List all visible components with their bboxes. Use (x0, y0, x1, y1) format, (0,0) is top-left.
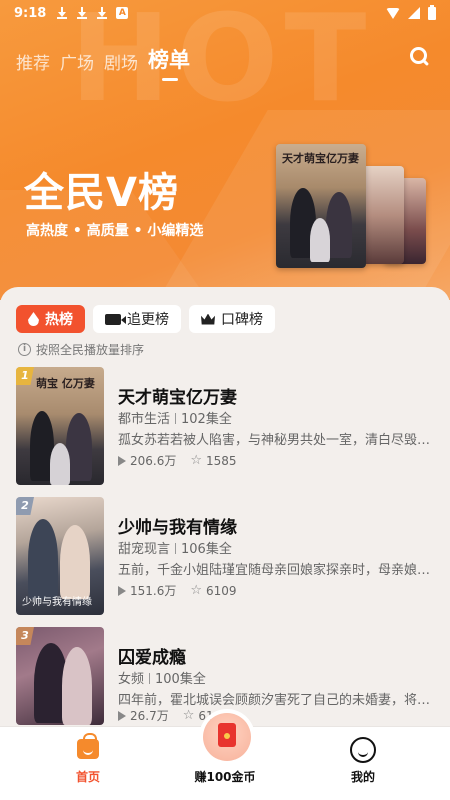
drama-episodes: 100集全 (155, 672, 206, 687)
hero-title: 全民V榜 (24, 170, 179, 216)
drama-title: 囚爱成瘾 (118, 648, 186, 668)
hero-cover-stack[interactable]: 天才萌宝亿万妻 (276, 144, 436, 268)
download-icon (56, 7, 68, 19)
star-icon: ☆ (190, 583, 203, 598)
like-count-value: 1585 (206, 453, 237, 468)
chip-hot[interactable]: 热榜 (16, 305, 85, 333)
nav-earn-coins[interactable]: 赚100金币 (180, 713, 270, 800)
app-notification-icon: A (116, 7, 129, 19)
play-count: 26.7万 (118, 707, 169, 724)
list-item[interactable]: 2 少帅与我有情缘 少帅与我有情缘 甜宠现言 106集全 五前，千金小姐陆瑾宜随母… (16, 497, 436, 615)
drama-genre: 甜宠现言 (118, 542, 171, 557)
search-button[interactable] (408, 45, 432, 69)
play-count-value: 206.6万 (130, 454, 177, 468)
chip-label: 热榜 (45, 312, 73, 328)
tab-square[interactable]: 广场 (60, 49, 94, 74)
cover-thumbnail: 天才萌宝亿万妻 (276, 144, 366, 268)
divider (175, 543, 177, 554)
status-time: 9:18 (14, 5, 47, 21)
rank-badge: 2 (16, 497, 34, 515)
drama-stats: 151.6万 ☆ 6109 (118, 582, 237, 599)
signal-icon (408, 7, 420, 19)
play-count-value: 26.7万 (130, 709, 169, 723)
like-count: ☆ 1585 (190, 453, 236, 468)
play-count: 206.6万 (118, 452, 176, 469)
drama-episodes: 106集全 (181, 542, 232, 557)
drama-thumbnail: 2 少帅与我有情缘 (16, 497, 104, 615)
thumb-title-art: 少帅与我有情缘 (22, 597, 92, 608)
play-count-value: 151.6万 (130, 584, 177, 598)
like-count-value: 6109 (206, 583, 237, 598)
download-icon (76, 7, 88, 19)
bottom-nav: 首页 赚100金币 我的 (0, 713, 450, 800)
nav-mine[interactable]: 我的 (318, 727, 408, 800)
crown-icon (201, 313, 215, 325)
drama-meta: 甜宠现言 106集全 (118, 538, 232, 557)
tab-recommend[interactable]: 推荐 (16, 49, 50, 74)
hero-banner: HOT 9:18 A 推荐 广场 剧场 榜单 全民V榜 高热度 • 高质量 • … (0, 0, 450, 300)
drama-thumbnail: 1 萌宝 亿万妻 (16, 367, 104, 485)
drama-description: 孤女苏若若被人陷害，与神秘男共处一室，清白尽毁。你... (118, 433, 434, 448)
tab-theater[interactable]: 剧场 (104, 49, 138, 74)
cover-thumbnail (362, 166, 404, 264)
cover-title-art: 天才萌宝亿万妻 (282, 152, 359, 165)
chip-label: 口碑榜 (221, 312, 263, 328)
drama-meta: 女频 100集全 (118, 668, 206, 687)
drama-title: 少帅与我有情缘 (118, 518, 237, 538)
drama-description: 四年前，霍北城误会顾颜汐害死了自己的未婚妻，将顾颜... (118, 693, 434, 708)
drama-stats: 26.7万 ☆ 61 (118, 707, 214, 724)
drama-episodes: 102集全 (181, 412, 232, 427)
divider (149, 673, 151, 684)
nav-mine-label: 我的 (350, 770, 375, 784)
drama-title: 天才萌宝亿万妻 (118, 388, 237, 408)
drama-thumbnail: 3 (16, 627, 104, 725)
chip-label: 追更榜 (127, 312, 169, 328)
battery-icon (428, 4, 436, 20)
rank-badge: 3 (16, 627, 34, 645)
hero-subtitle: 高热度 • 高质量 • 小编精选 (26, 223, 204, 239)
chip-reputation[interactable]: 口碑榜 (189, 305, 275, 333)
nav-earn-label: 赚100金币 (194, 770, 256, 784)
chip-updating[interactable]: 追更榜 (93, 305, 181, 333)
thumb-figure (62, 647, 92, 725)
rank-badge: 1 (16, 367, 34, 385)
flame-icon (28, 312, 39, 326)
drama-meta: 都市生活 102集全 (118, 408, 232, 427)
drama-genre: 都市生活 (118, 412, 171, 427)
divider (175, 413, 177, 424)
red-envelope-badge (203, 713, 251, 761)
play-icon (118, 455, 126, 466)
thumb-figure (28, 519, 58, 599)
sort-note: i 按照全民播放量排序 (18, 341, 144, 358)
thumb-title-art: 萌宝 亿万妻 (36, 377, 95, 390)
cover-figure (310, 218, 330, 262)
red-envelope-icon (218, 723, 236, 747)
drama-description: 五前，千金小姐陆瑾宜随母亲回娘家探亲时，母亲娘家惨... (118, 563, 434, 578)
star-icon: ☆ (190, 453, 203, 468)
play-icon (118, 710, 126, 721)
download-icon (96, 7, 108, 19)
sort-note-text: 按照全民播放量排序 (36, 343, 145, 357)
search-icon-handle (421, 58, 430, 67)
drama-stats: 206.6万 ☆ 1585 (118, 452, 237, 469)
star-icon: ☆ (182, 708, 195, 723)
drama-genre: 女频 (118, 672, 145, 687)
top-tabs: 推荐 广场 剧场 榜单 (16, 44, 190, 81)
list-item[interactable]: 1 萌宝 亿万妻 天才萌宝亿万妻 都市生活 102集全 孤女苏若若被人陷害，与神秘… (16, 367, 436, 485)
nav-home[interactable]: 首页 (43, 727, 133, 800)
status-bar: 9:18 A (0, 0, 450, 26)
nav-home-label: 首页 (75, 770, 100, 784)
like-count: ☆ 6109 (190, 583, 236, 598)
video-icon (105, 313, 126, 325)
ranking-chips: 热榜 追更榜 口碑榜 (16, 305, 275, 333)
thumb-figure (50, 443, 70, 485)
thumb-figure (60, 525, 90, 599)
home-icon (77, 733, 99, 759)
wifi-icon (386, 7, 400, 19)
tab-ranking[interactable]: 榜单 (148, 44, 190, 81)
profile-icon (350, 737, 376, 763)
play-count: 151.6万 (118, 582, 176, 599)
play-icon (118, 585, 126, 596)
info-icon: i (18, 343, 31, 356)
